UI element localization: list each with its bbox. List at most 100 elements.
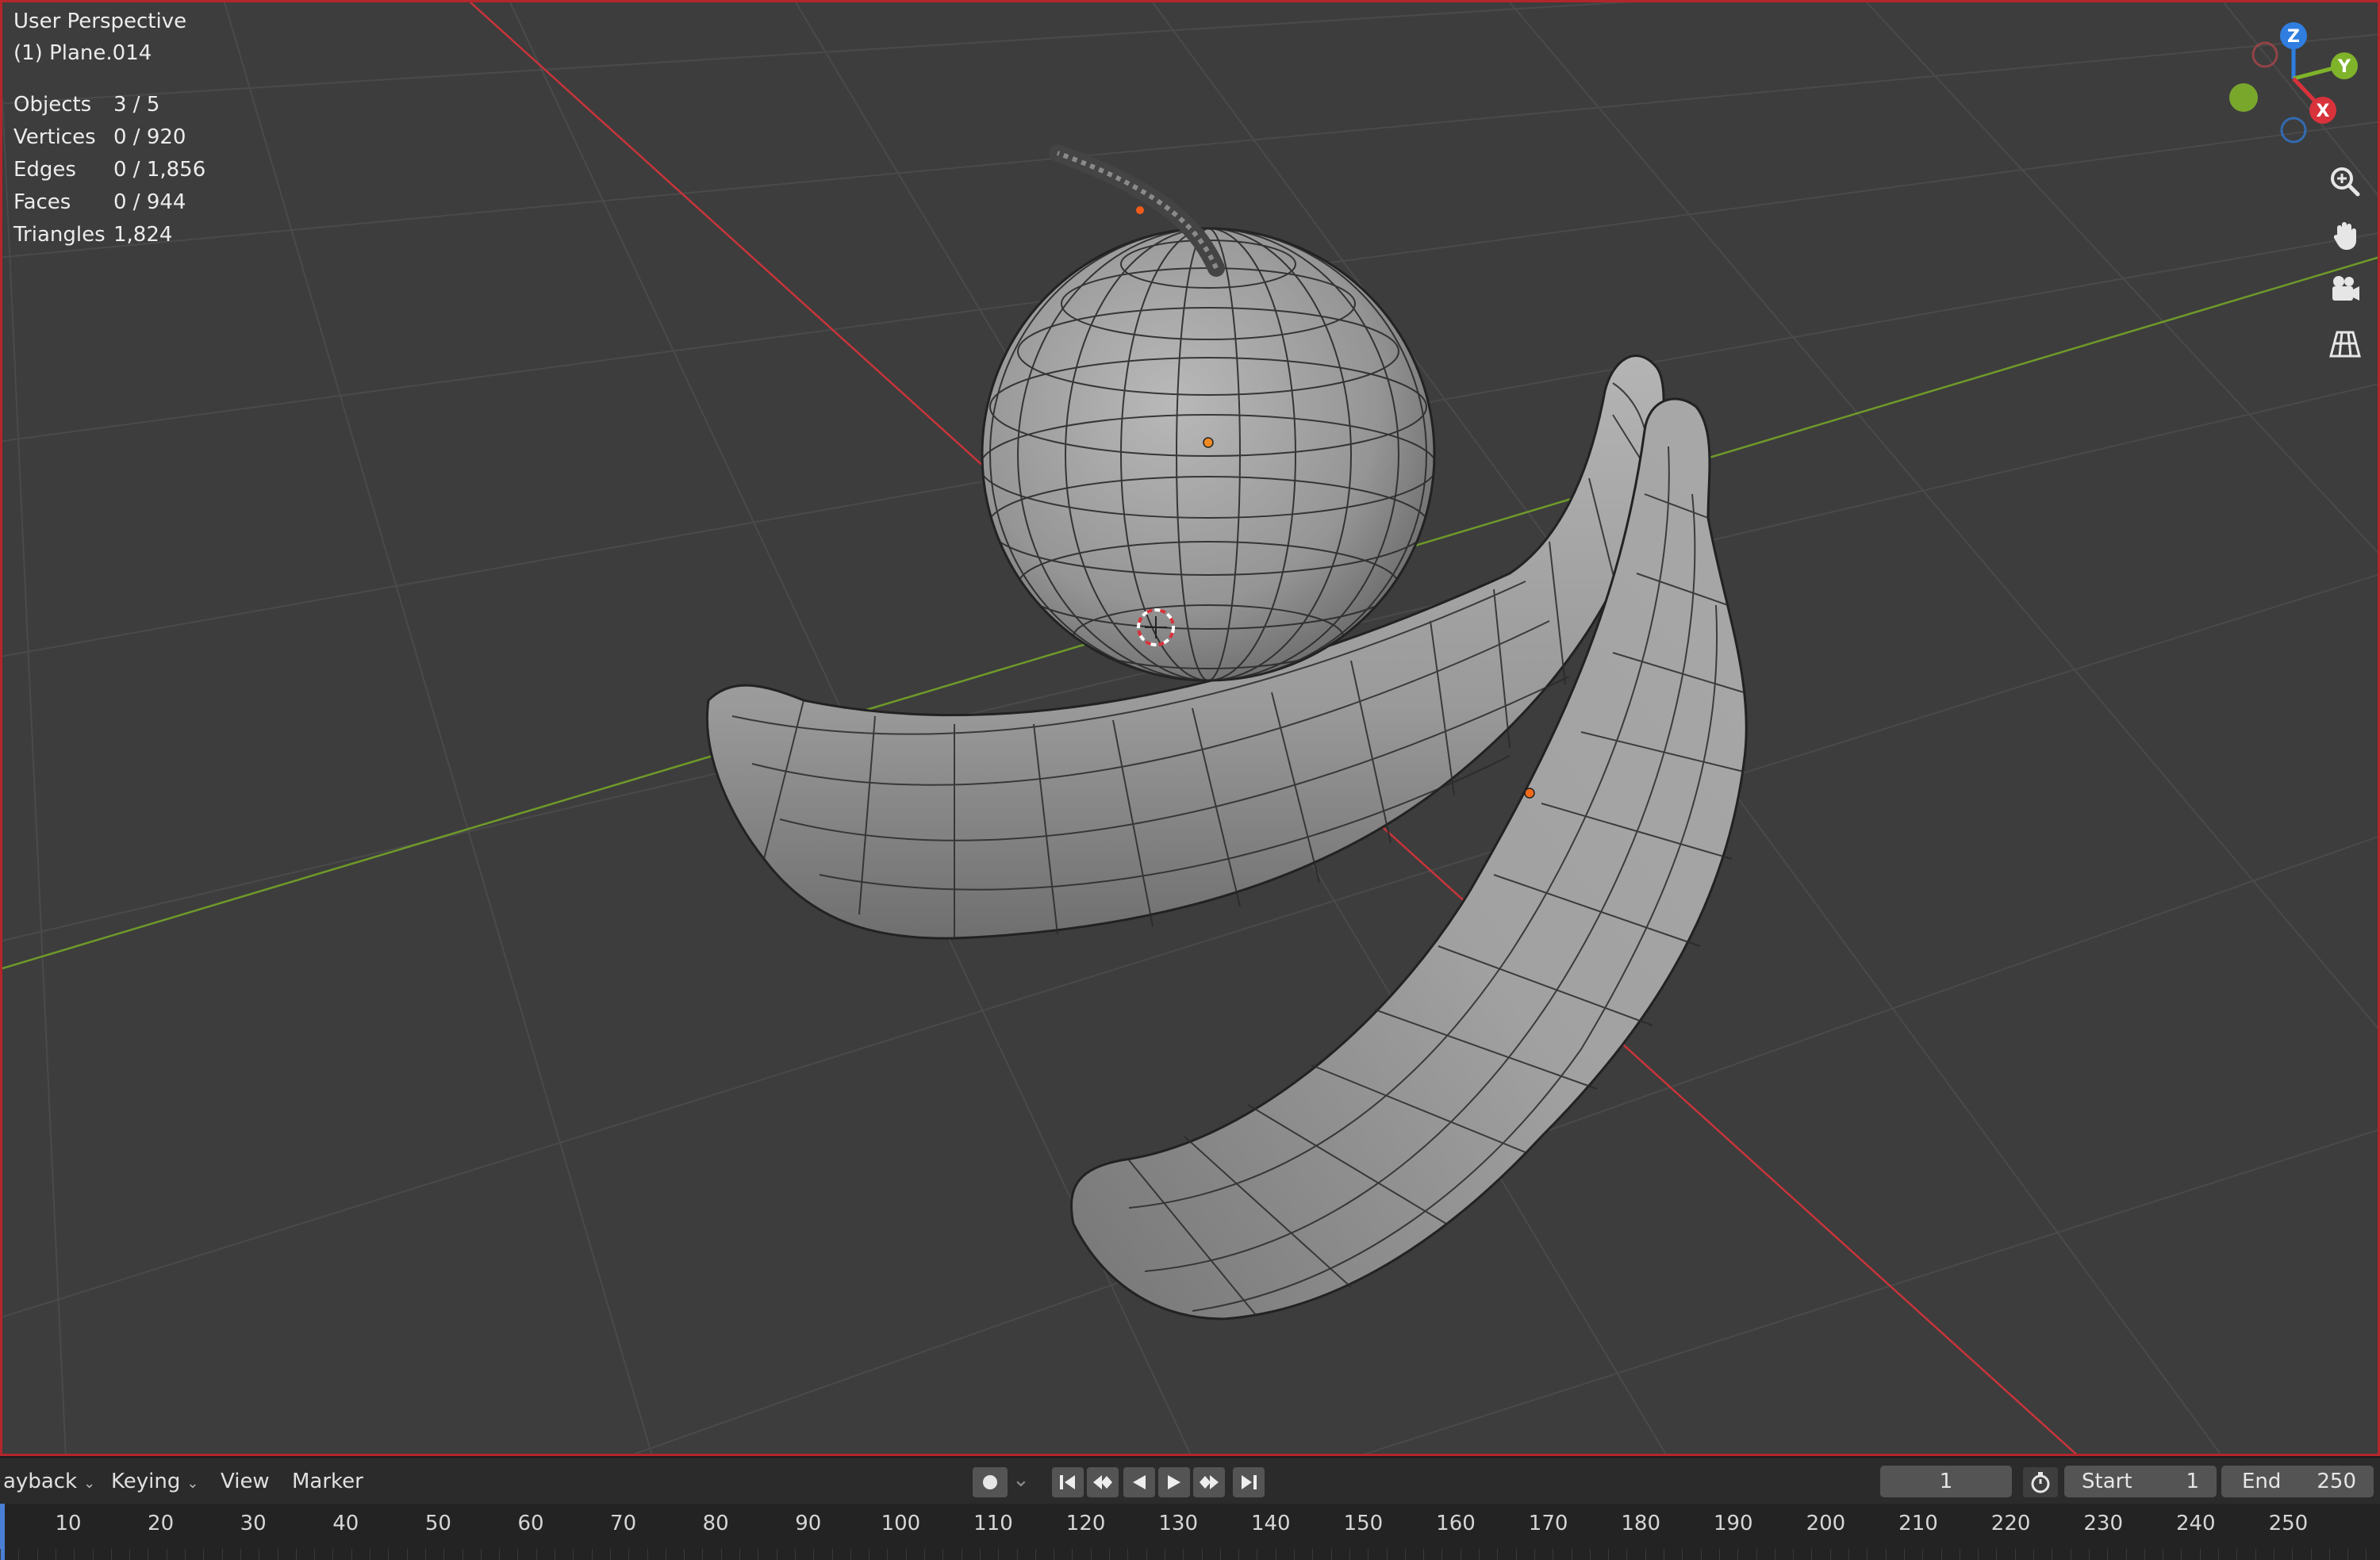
ruler-tick-mark: [1016, 1549, 1018, 1560]
ruler-tick-mark: [517, 1549, 519, 1560]
play-reverse-icon[interactable]: [1123, 1467, 1155, 1497]
menu-keying[interactable]: Keying ⌄: [111, 1464, 198, 1499]
ruler-tick-mark: [2218, 1549, 2219, 1560]
ruler-tick-label: 20: [148, 1512, 175, 1535]
ruler-tick-label: 230: [2083, 1512, 2124, 1535]
origin-apple: [1203, 437, 1214, 448]
ruler-tick-label: 170: [1528, 1512, 1568, 1535]
ruler-tick-mark: [1645, 1549, 1646, 1560]
ruler-tick-mark: [1404, 1549, 1406, 1560]
camera-icon[interactable]: [2323, 267, 2367, 312]
ruler-tick-mark: [2366, 1549, 2367, 1560]
stat-vertices-value: 0 / 920: [113, 125, 186, 149]
ruler-tick-mark: [2088, 1549, 2090, 1560]
ruler-tick-mark: [1183, 1549, 1184, 1560]
ruler-tick-mark: [480, 1549, 482, 1560]
ruler-tick-mark: [314, 1549, 316, 1560]
play-icon[interactable]: [1158, 1467, 1190, 1497]
ruler-tick-mark: [351, 1549, 352, 1560]
ruler-tick-mark: [1386, 1549, 1388, 1560]
ruler-tick-mark: [1737, 1549, 1739, 1560]
auto-keying-button[interactable]: [973, 1467, 1008, 1497]
ruler-tick-mark: [536, 1549, 537, 1560]
ruler-tick-mark: [1829, 1549, 1831, 1560]
menu-keying-label: Keying: [111, 1470, 181, 1493]
stopwatch-icon[interactable]: [2023, 1467, 2058, 1497]
ruler-tick-mark: [2255, 1549, 2256, 1560]
ruler-tick-mark: [203, 1549, 205, 1560]
ruler-tick-mark: [739, 1549, 740, 1560]
jump-to-start-icon[interactable]: [1052, 1467, 1084, 1497]
current-frame-field[interactable]: 1: [1880, 1466, 2012, 1497]
ruler-tick-mark: [702, 1549, 704, 1560]
start-frame-field[interactable]: Start 1: [2064, 1466, 2217, 1497]
ruler-tick-mark: [1109, 1549, 1110, 1560]
ruler-tick-label: 120: [1065, 1512, 1106, 1535]
ruler-tick-mark: [887, 1549, 889, 1560]
ruler-tick-mark: [499, 1549, 501, 1560]
pan-hand-icon[interactable]: [2323, 213, 2367, 258]
ruler-tick-mark: [2328, 1549, 2330, 1560]
menu-view[interactable]: View: [221, 1464, 270, 1499]
origin-banana: [1524, 788, 1535, 799]
grid-perspective-icon[interactable]: [2323, 321, 2367, 366]
ruler-tick-mark: [720, 1549, 722, 1560]
ruler-tick-mark: [1996, 1549, 1998, 1560]
ruler-tick-mark: [2033, 1549, 2034, 1560]
end-frame-field[interactable]: End 250: [2221, 1466, 2374, 1497]
ruler-tick-mark: [0, 1549, 1, 1560]
ruler-tick-label: 190: [1713, 1512, 1753, 1535]
ruler-tick-mark: [979, 1549, 981, 1560]
gizmo-neg-y-icon: [2229, 83, 2258, 112]
zoom-icon[interactable]: [2323, 159, 2367, 204]
ruler-tick-mark: [1423, 1549, 1425, 1560]
stat-faces-label: Faces: [13, 190, 71, 214]
ruler-tick-label: 10: [55, 1512, 82, 1535]
gizmo-neg-x-icon: [2251, 41, 2278, 68]
jump-to-end-icon[interactable]: [1233, 1467, 1265, 1497]
ruler-tick-mark: [1718, 1549, 1720, 1560]
ruler-tick-mark: [2310, 1549, 2312, 1560]
timeline-ruler[interactable]: 10 20 30 40 50 60 70 80 90 100 110 120 130 140 150 160 1…: [0, 1504, 2380, 1560]
ruler-tick-mark: [18, 1549, 20, 1560]
ruler-tick-mark: [831, 1549, 833, 1560]
ruler-tick-mark: [1903, 1549, 1905, 1560]
navigation-gizmo[interactable]: Z Y X: [2208, 13, 2374, 148]
ruler-tick-mark: [998, 1549, 1000, 1560]
ruler-tick-mark: [2236, 1549, 2238, 1560]
ruler-tick-mark: [684, 1549, 685, 1560]
apple-mesh: [981, 144, 1436, 682]
ruler-tick-mark: [2125, 1549, 2127, 1560]
ruler-tick-mark: [647, 1549, 648, 1560]
ruler-tick-mark: [2144, 1549, 2145, 1560]
stat-faces-value: 0 / 944: [113, 190, 186, 214]
menu-marker[interactable]: Marker: [292, 1464, 363, 1499]
3d-viewport[interactable]: User Perspective (1) Plane.014 Objects 3…: [0, 0, 2380, 1456]
jump-to-next-keyframe-icon[interactable]: [1193, 1467, 1225, 1497]
ruler-tick-mark: [924, 1549, 925, 1560]
gizmo-x-label: X: [2317, 102, 2330, 121]
jump-to-prev-keyframe-icon[interactable]: [1087, 1467, 1119, 1497]
ruler-tick-mark: [1793, 1549, 1795, 1560]
stat-triangles-label: Triangles: [13, 223, 106, 247]
ruler-tick-mark: [1885, 1549, 1887, 1560]
ruler-tick-mark: [573, 1549, 574, 1560]
start-label: Start: [2082, 1470, 2132, 1493]
chevron-down-icon: ⌄: [83, 1475, 96, 1492]
ruler-tick-label: 70: [610, 1512, 637, 1535]
ruler-tick-mark: [110, 1549, 112, 1560]
ruler-tick-label: 210: [1898, 1512, 1938, 1535]
end-value: 250: [2317, 1470, 2356, 1493]
ruler-tick-mark: [1090, 1549, 1092, 1560]
menu-playback[interactable]: ayback ⌄: [3, 1464, 95, 1499]
ruler-tick-mark: [1867, 1549, 1868, 1560]
ruler-tick-mark: [185, 1549, 186, 1560]
ruler-tick-mark: [2292, 1549, 2294, 1560]
ruler-tick-label: 200: [1806, 1512, 1846, 1535]
ruler-tick-mark: [591, 1549, 593, 1560]
ruler-tick-mark: [388, 1549, 390, 1560]
chevron-down-icon[interactable]: ⌄: [1012, 1462, 1030, 1497]
ruler-tick-label: 140: [1250, 1512, 1291, 1535]
ruler-tick-label: 110: [973, 1512, 1013, 1535]
ruler-tick-mark: [1146, 1549, 1147, 1560]
